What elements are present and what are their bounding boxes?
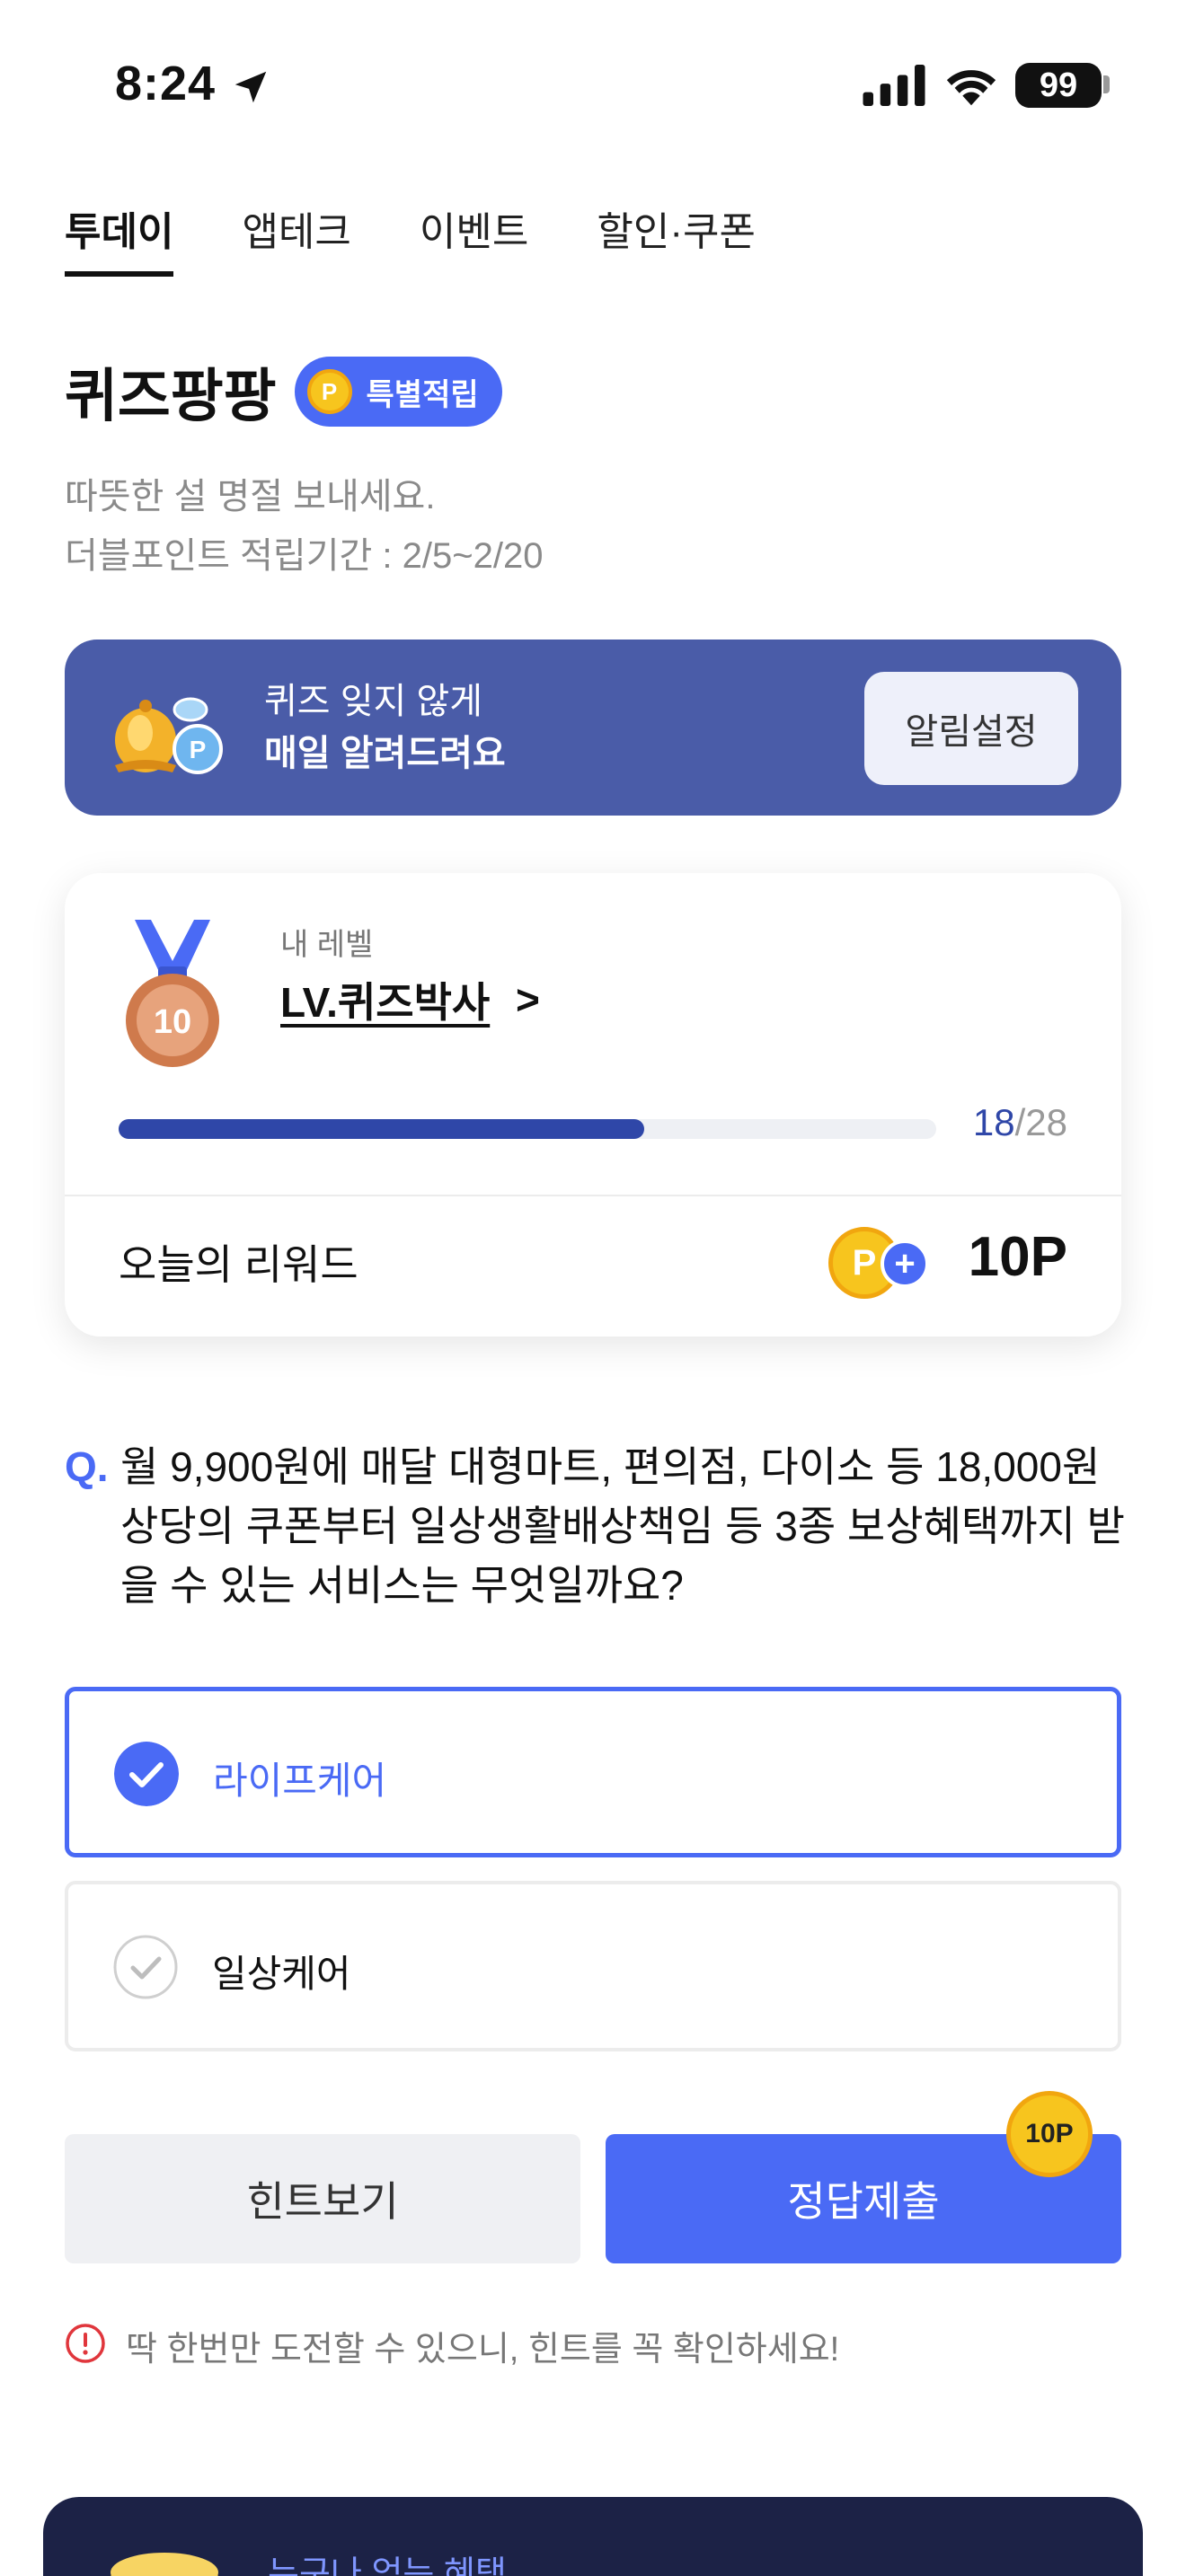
- subtitle-line-1: 따뜻한 설 명절 보내세요.: [65, 477, 436, 516]
- signal-icon: [863, 65, 925, 106]
- progress-total: /28: [1014, 1101, 1067, 1143]
- alarm-banner: P 퀴즈 잊지 않게 매일 알려드려요 알림설정: [65, 640, 1121, 816]
- alarm-text-line-2: 매일 알려드려요: [264, 734, 506, 773]
- check-circle-filled-icon: [114, 1742, 179, 1806]
- coins-icon: [111, 2553, 218, 2576]
- reward-label: 오늘의 리워드: [119, 1241, 358, 1288]
- question-marker: Q.: [65, 1443, 109, 1490]
- subtitle: 따뜻한 설 명절 보내세요. 더블포인트 적립기간 : 2/5~2/20: [65, 467, 543, 586]
- top-tabs: 투데이 앱테크 이벤트 할인·쿠폰: [65, 196, 756, 286]
- answer-option-label: 일상케어: [212, 1953, 351, 1995]
- card-divider: [65, 1195, 1121, 1196]
- bottom-banner[interactable]: 누구나 얻는 혜택: [43, 2497, 1143, 2576]
- bell-icon: P: [115, 697, 223, 774]
- location-arrow-icon: [235, 71, 267, 103]
- warning-text: 딱 한번만 도전할 수 있으니, 힌트를 꼭 확인하세요!: [126, 2331, 840, 2369]
- reward-value: 10P: [968, 1226, 1067, 1288]
- status-time: 8:24: [115, 57, 217, 110]
- medal-icon: 10: [126, 920, 219, 1067]
- answer-option-lifecare[interactable]: 라이프케어: [65, 1687, 1121, 1857]
- plus-icon: +: [881, 1239, 929, 1288]
- title-row: 퀴즈팡팡 P 특별적립: [65, 350, 502, 433]
- tab-today[interactable]: 투데이: [65, 196, 174, 282]
- points-badge: 10P: [1006, 2091, 1093, 2177]
- tab-event[interactable]: 이벤트: [420, 196, 528, 282]
- tab-apptech[interactable]: 앱테크: [242, 196, 350, 282]
- level-progress-count: 18/28: [973, 1101, 1067, 1144]
- question-text: 월 9,900원에 매달 대형마트, 편의점, 다이소 등 18,000원 상당…: [120, 1443, 1125, 1609]
- page-title: 퀴즈팡팡: [65, 364, 277, 428]
- battery-tip: [1103, 75, 1110, 93]
- answer-option-dailycare[interactable]: 일상케어: [65, 1881, 1121, 2051]
- medal-number: 10: [154, 1003, 191, 1041]
- special-badge-label: 특별적립: [366, 377, 479, 412]
- level-label: 내 레벨: [280, 928, 374, 962]
- subtitle-line-2: 더블포인트 적립기간 : 2/5~2/20: [65, 536, 544, 576]
- level-progress-fill: [119, 1119, 645, 1139]
- level-name-link[interactable]: LV.퀴즈박사: [280, 970, 490, 1029]
- answer-option-label: 라이프케어: [213, 1760, 387, 1802]
- coin-icon: P: [306, 369, 352, 414]
- battery-icon: 99: [1015, 63, 1102, 108]
- level-progress-bar: [119, 1119, 936, 1139]
- hint-button[interactable]: 힌트보기: [65, 2134, 580, 2263]
- chevron-right-icon[interactable]: >: [516, 975, 540, 1024]
- special-badge: P 특별적립: [294, 357, 502, 427]
- progress-current: 18: [972, 1101, 1015, 1143]
- wifi-icon: [946, 70, 996, 106]
- alarm-settings-button[interactable]: 알림설정: [864, 672, 1078, 785]
- check-circle-outline-icon: [113, 1935, 178, 1999]
- bottom-banner-text: 누구나 얻는 혜택: [268, 2555, 507, 2576]
- svg-text:P: P: [190, 736, 207, 763]
- tab-discount-coupon[interactable]: 할인·쿠폰: [597, 196, 756, 282]
- alarm-text-line-1: 퀴즈 잊지 않게: [264, 682, 483, 721]
- alarm-text: 퀴즈 잊지 않게 매일 알려드려요: [264, 675, 506, 780]
- alert-icon: [66, 2324, 105, 2363]
- status-bar: 8:24 99: [0, 0, 1186, 171]
- level-card: 10 내 레벨 LV.퀴즈박사 > 18/28 오늘의 리워드 P + 10P: [65, 873, 1121, 1337]
